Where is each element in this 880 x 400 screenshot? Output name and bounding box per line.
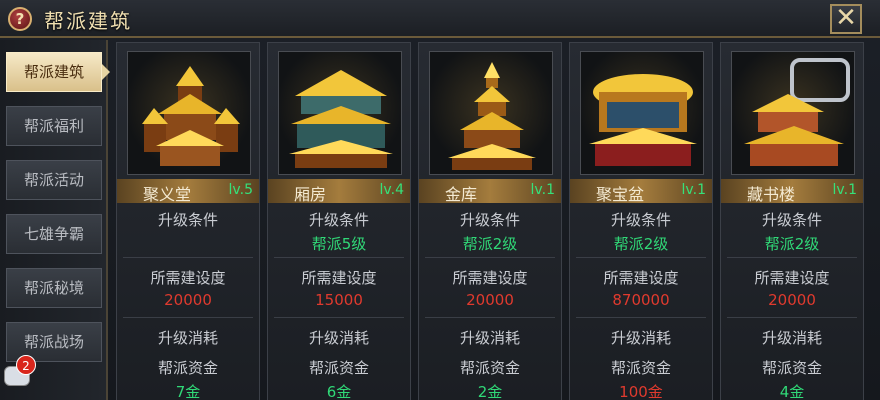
help-button[interactable]: ? — [8, 7, 32, 31]
building-name: 聚义堂 — [143, 185, 192, 204]
guild-fund-value: 100金 — [619, 383, 663, 400]
divider — [727, 257, 857, 258]
library-icon — [744, 58, 850, 166]
construction-required-value: 20000 — [768, 291, 816, 309]
upgrade-cost-label: 升级消耗 — [761, 329, 822, 347]
divider — [576, 257, 706, 258]
treasury-icon — [448, 62, 536, 170]
treasure-bowl-icon — [589, 74, 697, 166]
divider — [576, 317, 706, 318]
construction-required-label: 所需建设度 — [150, 269, 226, 287]
upgrade-condition-label: 升级条件 — [308, 211, 369, 229]
building-level: lv.1 — [530, 182, 555, 198]
guild-fund-value: 6金 — [326, 383, 352, 400]
upgrade-cost-label: 升级消耗 — [308, 329, 369, 347]
construction-required-label: 所需建设度 — [452, 269, 528, 287]
building-level: lv.1 — [832, 182, 857, 198]
building-card[interactable]: 厢房 lv.4 升级条件 帮派5级 所需建设度 15000 升级消耗 帮派资金 … — [267, 42, 411, 400]
upgrade-condition-label: 升级条件 — [610, 211, 671, 229]
building-image — [731, 51, 855, 175]
construction-required-label: 所需建设度 — [603, 269, 679, 287]
sidebar-item-seven-heroes[interactable]: 七雄争霸 — [6, 214, 102, 254]
divider — [274, 257, 404, 258]
sidebar-item-guild-welfare[interactable]: 帮派福利 — [6, 106, 102, 146]
guild-fund-label: 帮派资金 — [761, 359, 822, 377]
upgrade-condition-label: 升级条件 — [459, 211, 520, 229]
sidebar-item-guild-buildings[interactable]: 帮派建筑 — [6, 52, 102, 92]
building-level: lv.5 — [228, 182, 253, 198]
construction-required-value: 20000 — [164, 291, 212, 309]
building-name-bar: 聚义堂 lv.5 — [117, 179, 259, 204]
building-name-bar: 金库 lv.1 — [419, 179, 561, 204]
building-card[interactable]: 聚宝盆 lv.1 升级条件 帮派2级 所需建设度 870000 升级消耗 帮派资… — [569, 42, 713, 400]
sidebar-item-guild-secret-realm[interactable]: 帮派秘境 — [6, 268, 102, 308]
construction-required-value: 15000 — [315, 291, 363, 309]
guild-fund-value: 2金 — [477, 383, 503, 400]
building-name: 聚宝盆 — [596, 185, 645, 204]
upgrade-condition-value: 帮派2级 — [613, 235, 669, 253]
upgrade-condition-value: 帮派2级 — [764, 235, 820, 253]
divider — [425, 257, 555, 258]
guild-fund-value: 4金 — [779, 383, 805, 400]
close-button[interactable]: ✕ — [830, 4, 862, 34]
divider — [274, 317, 404, 318]
divider — [425, 317, 555, 318]
sidebar-item-guild-activities[interactable]: 帮派活动 — [6, 160, 102, 200]
active-tab-arrow — [102, 64, 110, 80]
upgrade-cost-label: 升级消耗 — [157, 329, 218, 347]
guild-fund-label: 帮派资金 — [459, 359, 520, 377]
divider — [123, 317, 253, 318]
construction-required-label: 所需建设度 — [301, 269, 377, 287]
building-card[interactable]: 金库 lv.1 升级条件 帮派2级 所需建设度 20000 升级消耗 帮派资金 … — [418, 42, 562, 400]
upgrade-condition-label: 升级条件 — [157, 211, 218, 229]
building-name-bar: 聚宝盆 lv.1 — [570, 179, 712, 204]
divider — [727, 317, 857, 318]
building-name: 厢房 — [294, 185, 327, 204]
upgrade-condition-value: 帮派2级 — [462, 235, 518, 253]
building-image — [127, 51, 251, 175]
building-level: lv.1 — [681, 182, 706, 198]
construction-required-value: 870000 — [612, 291, 670, 309]
chat-unread-badge: 2 — [16, 355, 36, 375]
sidebar: 帮派建筑 帮派福利 帮派活动 七雄争霸 帮派秘境 帮派战场 — [0, 40, 110, 400]
building-name-bar: 藏书楼 lv.1 — [721, 179, 863, 204]
building-image — [429, 51, 553, 175]
guild-fund-label: 帮派资金 — [308, 359, 369, 377]
building-name: 藏书楼 — [747, 185, 796, 204]
pagoda-hall-icon — [142, 66, 240, 166]
window-title: 帮派建筑 — [44, 9, 132, 33]
building-level: lv.4 — [379, 182, 404, 198]
upgrade-cost-label: 升级消耗 — [610, 329, 671, 347]
title-bar: ? 帮派建筑 ✕ — [0, 0, 880, 38]
building-card[interactable]: 藏书楼 lv.1 升级条件 帮派2级 所需建设度 20000 升级消耗 帮派资金… — [720, 42, 864, 400]
wing-house-icon — [289, 70, 393, 168]
building-image — [580, 51, 704, 175]
upgrade-condition-value: 帮派5级 — [311, 235, 367, 253]
building-name: 金库 — [445, 185, 478, 204]
guild-fund-label: 帮派资金 — [610, 359, 671, 377]
upgrade-condition-label: 升级条件 — [761, 211, 822, 229]
construction-required-value: 20000 — [466, 291, 514, 309]
guild-fund-value: 7金 — [175, 383, 201, 400]
building-name-bar: 厢房 lv.4 — [268, 179, 410, 204]
guild-building-window: ? 帮派建筑 ✕ 帮派建筑 帮派福利 帮派活动 七雄争霸 帮派秘境 帮派战场 2 — [0, 0, 880, 400]
construction-required-label: 所需建设度 — [754, 269, 830, 287]
building-image — [278, 51, 402, 175]
guild-fund-label: 帮派资金 — [157, 359, 218, 377]
divider — [123, 257, 253, 258]
building-card[interactable]: 聚义堂 lv.5 升级条件 所需建设度 20000 升级消耗 帮派资金 7金 — [116, 42, 260, 400]
upgrade-cost-label: 升级消耗 — [459, 329, 520, 347]
